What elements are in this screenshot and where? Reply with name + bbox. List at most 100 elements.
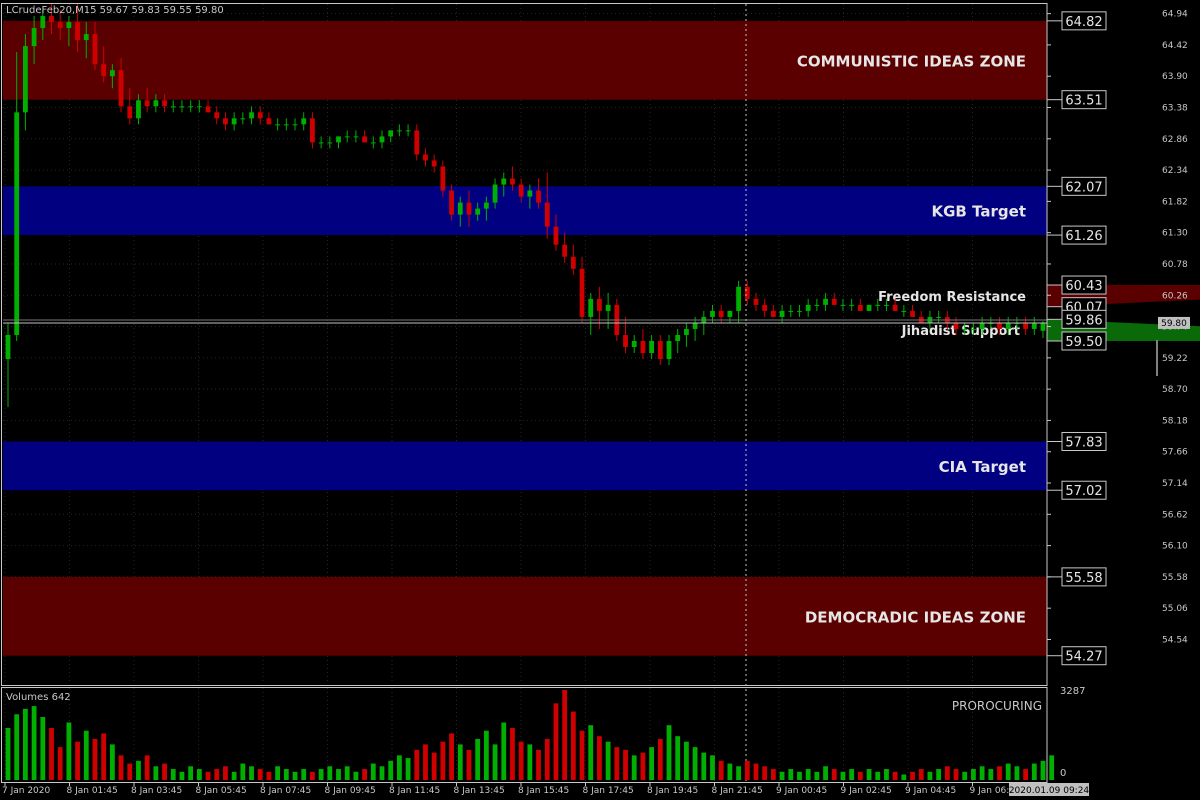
candle-body xyxy=(136,100,141,119)
candle-body xyxy=(640,340,646,354)
volume-bar xyxy=(196,769,202,780)
volume-bar xyxy=(953,769,959,780)
volume-bar xyxy=(423,744,428,780)
level-value: 55.58 xyxy=(1065,571,1102,586)
volume-bar xyxy=(814,771,820,780)
volume-bar xyxy=(1049,755,1055,780)
symbol-info: LCrudeFeb20,M15 59.67 59.83 59.55 59.80 xyxy=(6,5,224,16)
volume-bar xyxy=(988,769,994,780)
volume-bar xyxy=(762,766,768,780)
volume-scale-max: 3287 xyxy=(1060,686,1085,697)
volume-bar xyxy=(170,769,176,780)
candle-body xyxy=(657,340,663,360)
time-tick-label: 8 Jan 07:45 xyxy=(260,786,311,796)
current-price-label: 59.80 xyxy=(1161,319,1187,329)
candle-body xyxy=(257,112,263,119)
candle-body xyxy=(353,136,359,138)
volume-bar xyxy=(153,766,159,780)
volume-bar xyxy=(275,766,281,780)
candle-body xyxy=(440,166,446,191)
candle-body xyxy=(231,118,237,125)
candle-body xyxy=(388,130,394,137)
level-value: 57.83 xyxy=(1065,435,1102,450)
volume-bar xyxy=(666,725,672,780)
candle-body xyxy=(240,118,246,120)
volume-bar xyxy=(31,706,37,780)
candle-body xyxy=(971,328,976,330)
volume-bar xyxy=(40,717,46,780)
volume-bar xyxy=(327,766,333,780)
volume-bar xyxy=(118,755,124,780)
candle-body xyxy=(744,286,750,299)
volume-bar xyxy=(857,771,863,780)
volume-bar xyxy=(779,771,785,780)
axis-tick-label: 62.86 xyxy=(1162,135,1188,145)
candle-body xyxy=(510,178,515,185)
candle-body xyxy=(762,304,768,311)
volume-bar xyxy=(553,703,559,780)
candle-body xyxy=(431,160,437,167)
volume-bar xyxy=(875,771,881,780)
volume-bar xyxy=(657,738,663,780)
volume-bar xyxy=(944,766,950,780)
candle-body xyxy=(962,328,968,330)
candle-body xyxy=(814,304,820,306)
time-tick-label: 8 Jan 13:45 xyxy=(454,786,505,796)
volume-bar xyxy=(623,749,628,780)
candle-body xyxy=(840,304,846,306)
volume-bar xyxy=(49,727,54,780)
volume-bar xyxy=(344,766,350,780)
volume-bar xyxy=(292,771,298,780)
volume-bar xyxy=(744,760,750,780)
volume-bar xyxy=(788,769,794,780)
candle-body xyxy=(449,190,454,215)
candle-body xyxy=(631,340,637,348)
axis-tick-label: 64.42 xyxy=(1162,41,1188,51)
volume-bar xyxy=(605,741,611,780)
candle-body xyxy=(327,142,333,144)
volume-bar xyxy=(831,769,837,780)
volume-bar xyxy=(214,769,220,780)
candle-body xyxy=(875,304,881,306)
candle-body xyxy=(675,334,681,341)
axis-tick-label: 58.18 xyxy=(1162,416,1188,426)
candle-body xyxy=(788,310,794,312)
volume-bar xyxy=(962,771,968,780)
candle-body xyxy=(153,100,159,107)
candle-body xyxy=(214,112,220,119)
volume-bar xyxy=(283,769,289,780)
candle-body xyxy=(5,334,11,360)
volume-bar xyxy=(884,769,889,780)
candle-body xyxy=(310,118,315,143)
candle-body xyxy=(83,34,89,41)
volume-bar xyxy=(579,730,585,780)
candle-body xyxy=(127,106,133,119)
volume-bar xyxy=(501,722,507,780)
volume-bar xyxy=(492,744,498,780)
volume-bar xyxy=(101,733,107,780)
candle-body xyxy=(396,130,402,132)
price-chart[interactable]: COMMUNISTIC IDEAS ZONE KGB Target CIA Targ… xyxy=(0,0,1200,800)
time-tick-label: 9 Jan 02:45 xyxy=(841,786,892,796)
axis-tick-label: 60.26 xyxy=(1162,291,1188,301)
candle-body xyxy=(483,202,489,209)
candle-body xyxy=(901,310,907,312)
candle-body xyxy=(75,22,80,41)
candle-body xyxy=(857,304,863,311)
volume-bar xyxy=(597,736,602,780)
volume-bar xyxy=(805,769,811,780)
volume-bar xyxy=(83,730,89,780)
candle-body xyxy=(579,268,585,317)
volume-bar xyxy=(188,766,194,780)
time-tick-label: 8 Jan 15:45 xyxy=(518,786,569,796)
candle-body xyxy=(536,190,541,203)
volume-bar xyxy=(736,766,741,780)
axis-tick-label: 55.58 xyxy=(1162,573,1188,583)
candle-body xyxy=(570,256,576,269)
volume-bar xyxy=(510,727,515,780)
volume-bar xyxy=(979,766,985,780)
candle-body xyxy=(779,310,785,317)
candle-body xyxy=(736,286,741,311)
volume-bar xyxy=(127,763,133,780)
candle-body xyxy=(823,298,828,305)
